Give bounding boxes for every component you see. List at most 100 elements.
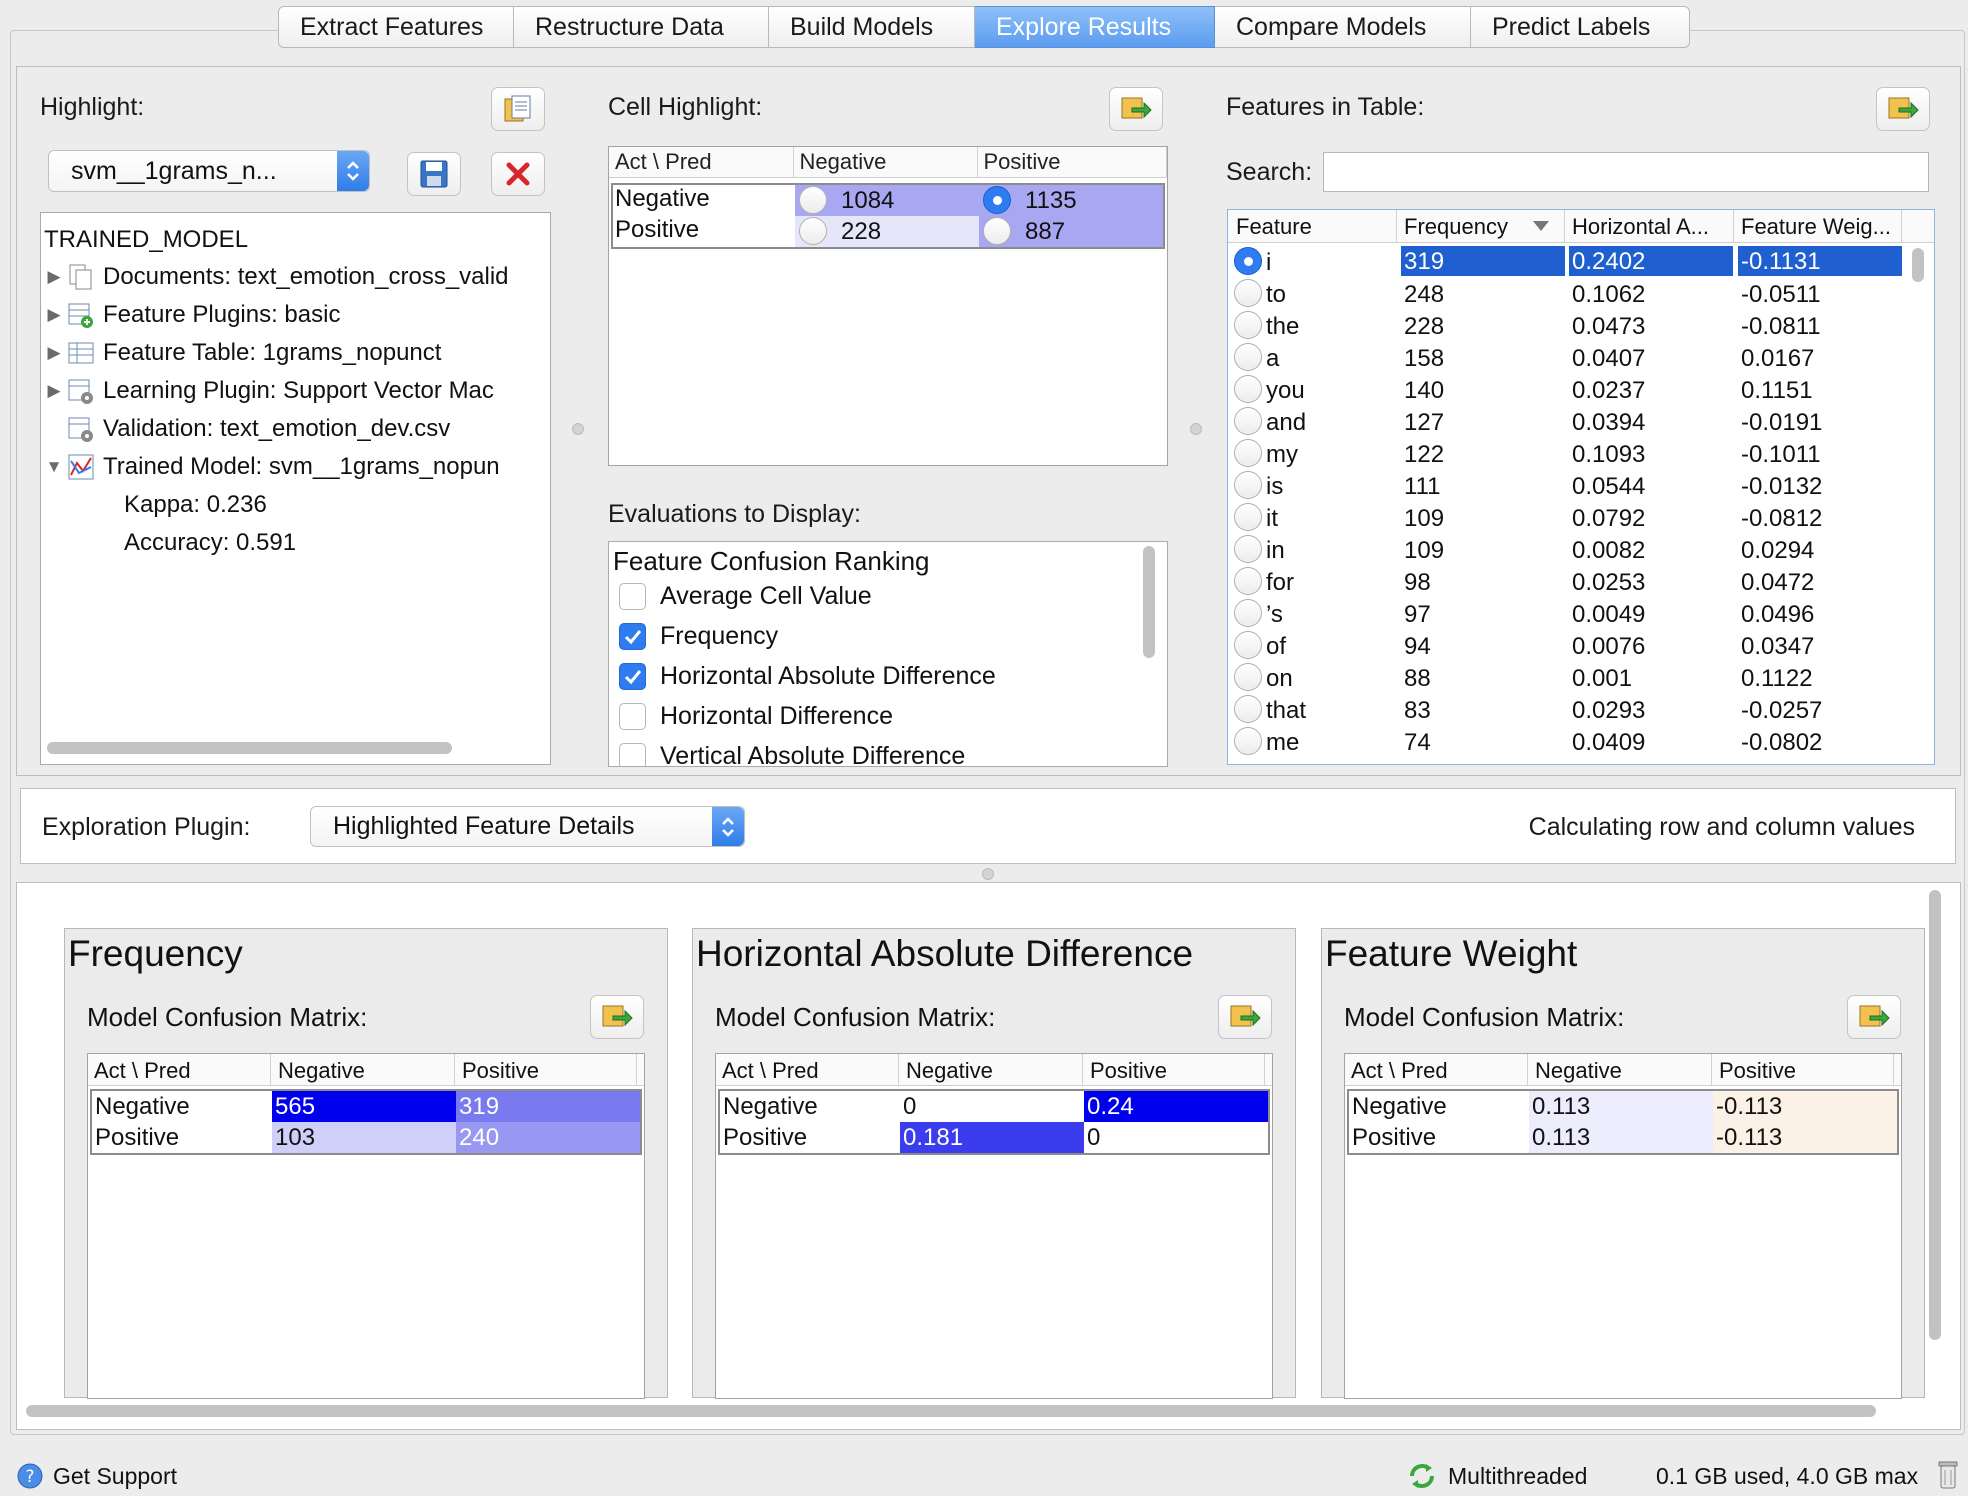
- cell-pos-pos[interactable]: 887: [979, 216, 1163, 247]
- radio-button[interactable]: [1234, 663, 1262, 691]
- table-row[interactable]: to 248 0.1062 -0.0511: [1232, 278, 1904, 310]
- export-features-button[interactable]: [1876, 87, 1930, 131]
- radio-button[interactable]: [1234, 599, 1262, 627]
- evaluations-scrollbar[interactable]: [1143, 546, 1155, 658]
- table-row[interactable]: is 111 0.0544 -0.0132: [1232, 470, 1904, 502]
- expand-arrow-icon[interactable]: ▶: [41, 381, 67, 401]
- tab-explore-results[interactable]: Explore Results: [975, 6, 1215, 48]
- delete-model-button[interactable]: [491, 152, 545, 196]
- tab-extract-features[interactable]: Extract Features: [278, 6, 514, 48]
- table-row[interactable]: the 228 0.0473 -0.0811: [1232, 310, 1904, 342]
- splitter-handle[interactable]: [982, 868, 994, 880]
- column-header[interactable]: Negative: [278, 1058, 365, 1084]
- column-header-horizontal-abs[interactable]: Horizontal A...: [1572, 214, 1709, 240]
- load-model-button[interactable]: [491, 87, 545, 131]
- eval-item-vertical-absolute-difference[interactable]: Vertical Absolute Difference: [609, 742, 965, 766]
- export-cell-highlight-button[interactable]: [1109, 87, 1163, 131]
- evaluations-list[interactable]: Feature Confusion Ranking Average Cell V…: [608, 541, 1168, 767]
- table-row[interactable]: on 88 0.001 0.1122: [1232, 662, 1904, 694]
- radio-button-selected[interactable]: [983, 186, 1011, 214]
- sort-descending-icon[interactable]: [1532, 220, 1550, 232]
- splitter-handle[interactable]: [1190, 423, 1202, 435]
- eval-item-horizontal-absolute-difference[interactable]: Horizontal Absolute Difference: [609, 662, 996, 691]
- export-matrix-button[interactable]: [1218, 995, 1272, 1039]
- radio-button[interactable]: [1234, 279, 1262, 307]
- tree-item-documents[interactable]: ▶ Documents: text_emotion_cross_valid: [41, 258, 508, 296]
- radio-button[interactable]: [1234, 567, 1262, 595]
- column-header-feature-weight[interactable]: Feature Weig...: [1741, 214, 1891, 240]
- tree-item-kappa[interactable]: Kappa: 0.236: [124, 486, 267, 524]
- get-support-link[interactable]: Get Support: [53, 1463, 177, 1490]
- expand-arrow-icon[interactable]: ▶: [41, 343, 67, 363]
- radio-button[interactable]: [1234, 471, 1262, 499]
- results-vertical-scrollbar[interactable]: [1926, 890, 1944, 1414]
- column-header[interactable]: Negative: [793, 147, 978, 178]
- tree-item-accuracy[interactable]: Accuracy: 0.591: [124, 524, 296, 562]
- eval-item-frequency[interactable]: Frequency: [609, 622, 778, 651]
- column-header[interactable]: Act \ Pred: [1351, 1058, 1448, 1084]
- tree-horizontal-scrollbar[interactable]: [47, 742, 452, 754]
- save-model-button[interactable]: [407, 152, 461, 196]
- tab-predict-labels[interactable]: Predict Labels: [1471, 6, 1690, 48]
- model-tree[interactable]: TRAINED_MODEL ▶ Documents: text_emotion_…: [40, 212, 551, 765]
- table-row[interactable]: it 109 0.0792 -0.0812: [1232, 502, 1904, 534]
- column-header-feature[interactable]: Feature: [1236, 214, 1396, 240]
- checkbox-checked[interactable]: [619, 623, 646, 650]
- eval-item-average-cell-value[interactable]: Average Cell Value: [609, 582, 872, 611]
- table-row[interactable]: me 74 0.0409 -0.0802: [1232, 726, 1904, 758]
- expand-arrow-icon[interactable]: ▶: [41, 267, 67, 287]
- collapse-arrow-icon[interactable]: ▼: [41, 457, 67, 477]
- radio-button[interactable]: [799, 217, 827, 245]
- radio-button[interactable]: [1234, 407, 1262, 435]
- table-row[interactable]: of 94 0.0076 0.0347: [1232, 630, 1904, 662]
- radio-button[interactable]: [1234, 439, 1262, 467]
- radio-button[interactable]: [1234, 631, 1262, 659]
- search-input[interactable]: [1323, 152, 1929, 192]
- tree-item-validation[interactable]: Validation: text_emotion_dev.csv: [41, 410, 450, 448]
- column-header[interactable]: Positive: [1719, 1058, 1796, 1084]
- radio-button[interactable]: [1234, 503, 1262, 531]
- checkbox[interactable]: [619, 703, 646, 730]
- features-scrollbar[interactable]: [1912, 248, 1924, 282]
- tree-item-feature-plugins[interactable]: ▶ Feature Plugins: basic: [41, 296, 340, 334]
- column-header[interactable]: Act \ Pred: [94, 1058, 191, 1084]
- table-row[interactable]: in 109 0.0082 0.0294: [1232, 534, 1904, 566]
- tree-item-trained-model[interactable]: ▼ Trained Model: svm__1grams_nopun: [41, 448, 500, 486]
- help-icon[interactable]: ?: [16, 1462, 44, 1490]
- exploration-plugin-select[interactable]: Highlighted Feature Details: [310, 806, 745, 847]
- column-header[interactable]: Positive: [1090, 1058, 1167, 1084]
- column-header[interactable]: Act \ Pred: [722, 1058, 819, 1084]
- table-row[interactable]: that 83 0.0293 -0.0257: [1232, 694, 1904, 726]
- tree-item-learning-plugin[interactable]: ▶ Learning Plugin: Support Vector Mac: [41, 372, 494, 410]
- column-header[interactable]: Negative: [906, 1058, 993, 1084]
- table-row[interactable]: you 140 0.0237 0.1151: [1232, 374, 1904, 406]
- checkbox-checked[interactable]: [619, 663, 646, 690]
- radio-button[interactable]: [1234, 535, 1262, 563]
- expand-arrow-icon[interactable]: ▶: [41, 305, 67, 325]
- radio-button[interactable]: [1234, 343, 1262, 371]
- table-row[interactable]: a 158 0.0407 0.0167: [1232, 342, 1904, 374]
- checkbox[interactable]: [619, 743, 646, 766]
- column-header[interactable]: Act \ Pred: [609, 147, 794, 178]
- table-row[interactable]: for 98 0.0253 0.0472: [1232, 566, 1904, 598]
- results-horizontal-scrollbar[interactable]: [26, 1405, 1876, 1417]
- export-matrix-button[interactable]: [1847, 995, 1901, 1039]
- model-select[interactable]: svm__1grams_n...: [48, 150, 370, 192]
- table-row[interactable]: my 122 0.1093 -0.1011: [1232, 438, 1904, 470]
- table-row[interactable]: and 127 0.0394 -0.0191: [1232, 406, 1904, 438]
- cell-pos-neg[interactable]: 228: [795, 216, 979, 247]
- trash-icon[interactable]: [1938, 1459, 1958, 1491]
- eval-item-horizontal-difference[interactable]: Horizontal Difference: [609, 702, 893, 731]
- column-header-frequency[interactable]: Frequency: [1404, 214, 1508, 240]
- radio-button[interactable]: [1234, 375, 1262, 403]
- tab-restructure-data[interactable]: Restructure Data: [514, 6, 769, 48]
- radio-button[interactable]: [1234, 727, 1262, 755]
- tab-build-models[interactable]: Build Models: [769, 6, 975, 48]
- cell-neg-pos[interactable]: 1135: [979, 185, 1163, 216]
- tree-item-feature-table[interactable]: ▶ Feature Table: 1grams_nopunct: [41, 334, 441, 372]
- tree-root[interactable]: TRAINED_MODEL: [44, 221, 248, 259]
- radio-button[interactable]: [799, 186, 827, 214]
- column-header[interactable]: Positive: [977, 147, 1167, 178]
- column-header[interactable]: Negative: [1535, 1058, 1622, 1084]
- export-matrix-button[interactable]: [590, 995, 644, 1039]
